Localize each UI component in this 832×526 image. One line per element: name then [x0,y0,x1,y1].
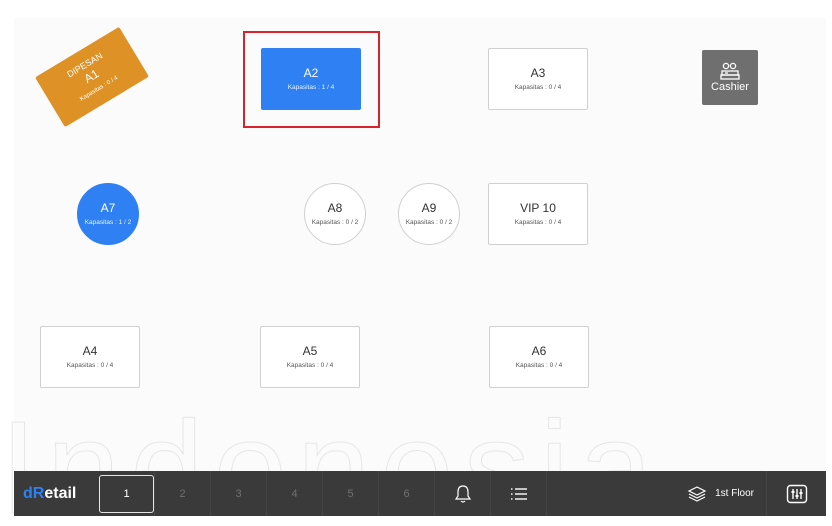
table-a6[interactable]: A6 Kapasitas : 0 / 4 [489,326,589,388]
cash-register-icon [720,62,740,80]
page-button-1[interactable]: 1 [99,471,155,516]
page-label: 4 [291,487,298,500]
table-a7[interactable]: A7 Kapasitas : 1 / 2 [77,183,139,245]
table-name: VIP 10 [520,200,556,215]
table-name: A6 [531,343,547,358]
table-a4[interactable]: A4 Kapasitas : 0 / 4 [40,326,140,388]
table-capacity: Kapasitas : 0 / 2 [405,218,453,226]
table-name: A2 [303,65,319,80]
page-label: 6 [403,487,410,500]
page-button-6[interactable]: 6 [379,471,435,516]
page-button-2[interactable]: 2 [155,471,211,516]
sliders-icon [786,484,807,503]
table-capacity: Kapasitas : 0 / 4 [286,361,334,369]
list-button[interactable] [491,471,547,516]
table-name: A5 [302,343,318,358]
table-name: A3 [530,65,546,80]
table-name: A9 [421,200,437,215]
cashier-label: Cashier [711,81,749,93]
table-a8[interactable]: A8 Kapasitas : 0 / 2 [304,183,366,245]
table-capacity: Kapasitas : 1 / 4 [287,83,335,91]
floor-label: 1st Floor [715,488,754,499]
settings-button[interactable] [766,471,826,516]
page-label: 2 [179,487,186,500]
page-button-4[interactable]: 4 [267,471,323,516]
table-name: A8 [327,200,343,215]
table-name: A7 [100,200,116,215]
list-icon [510,487,527,500]
cashier-station[interactable]: Cashier [702,50,758,105]
bell-icon [454,484,471,503]
table-a2[interactable]: A2 Kapasitas : 1 / 4 [261,48,361,110]
page-button-5[interactable]: 5 [323,471,379,516]
page-button-3[interactable]: 3 [211,471,267,516]
table-capacity: Kapasitas : 0 / 4 [514,218,562,226]
table-a9[interactable]: A9 Kapasitas : 0 / 2 [398,183,460,245]
table-name: A4 [82,343,98,358]
table-capacity: Kapasitas : 0 / 4 [514,83,562,91]
table-capacity: Kapasitas : 0 / 4 [515,361,563,369]
logo-mid: R [32,484,45,502]
table-a3[interactable]: A3 Kapasitas : 0 / 4 [488,48,588,110]
table-capacity: Kapasitas : 0 / 4 [66,361,114,369]
app-logo: d Retail [14,471,99,516]
page-label: 3 [235,487,242,500]
notification-button[interactable] [435,471,491,516]
logo-prefix: d [23,484,33,502]
floor-selector[interactable]: 1st Floor [675,471,766,516]
table-vip10[interactable]: VIP 10 Kapasitas : 0 / 4 [488,183,588,245]
table-capacity: Kapasitas : 0 / 2 [311,218,359,226]
table-capacity: Kapasitas : 1 / 2 [84,218,132,226]
table-a5[interactable]: A5 Kapasitas : 0 / 4 [260,326,360,388]
page-label: 1 [123,487,130,500]
page-label: 5 [347,487,354,500]
logo-suffix: etail [44,484,77,502]
layers-icon [687,485,707,502]
bottom-toolbar: d Retail 1 2 3 4 5 6 1st Floor [14,471,826,516]
